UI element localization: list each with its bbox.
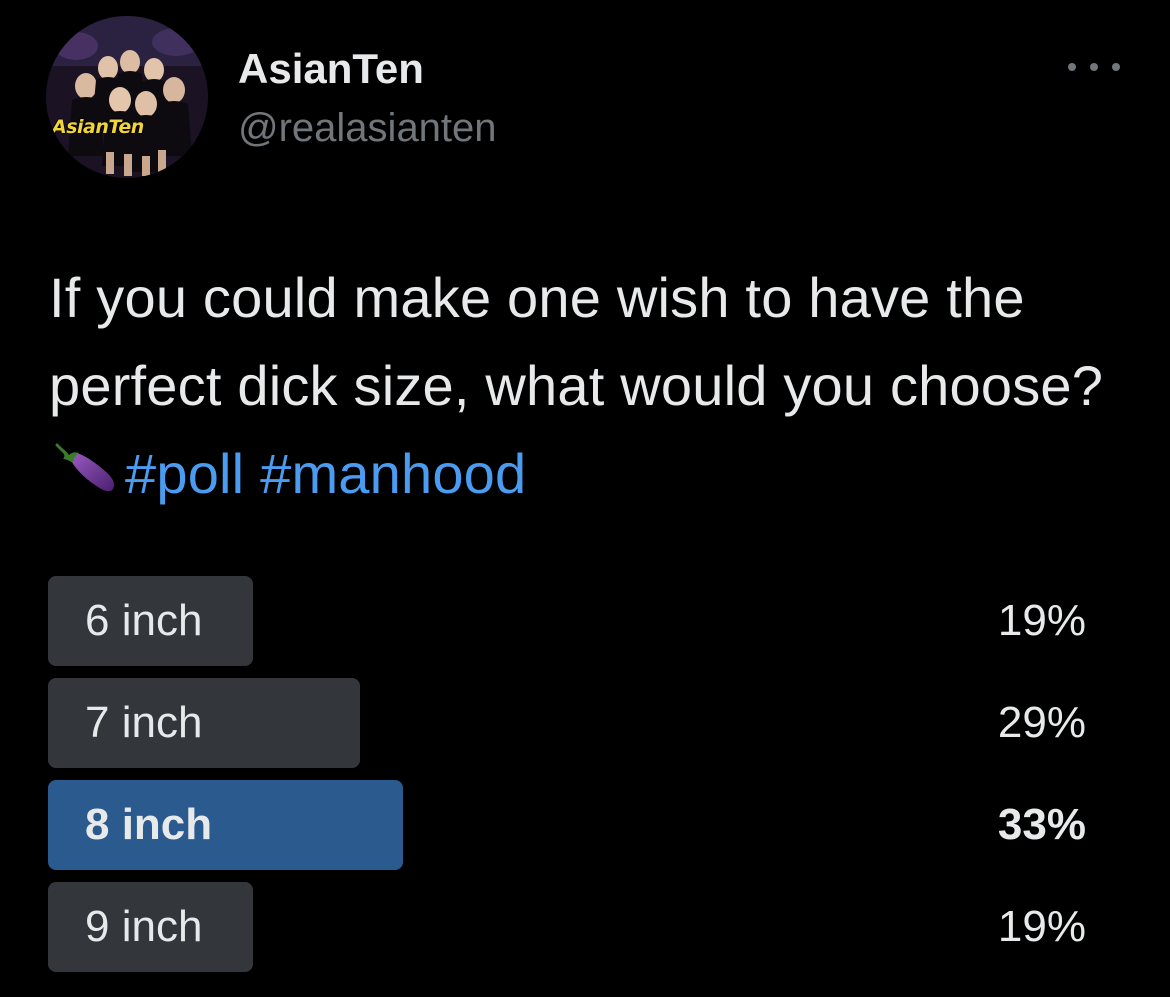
poll-option[interactable]: 8 inch 33% bbox=[48, 780, 1088, 870]
tweet-text-main: If you could make one wish to have the p… bbox=[49, 266, 1104, 417]
eggplant-emoji-icon bbox=[55, 438, 117, 526]
poll-option[interactable]: 9 inch 19% bbox=[48, 882, 1088, 972]
ellipsis-dot-icon bbox=[1112, 63, 1120, 71]
more-options-button[interactable] bbox=[1068, 50, 1120, 84]
tweet-card[interactable]: AsianTen AsianTen @realasianten If you c… bbox=[0, 0, 1170, 997]
poll-option-percent: 33% bbox=[997, 800, 1086, 849]
tweet-text: If you could make one wish to have the p… bbox=[49, 254, 1109, 526]
poll-option[interactable]: 7 inch 29% bbox=[48, 678, 1088, 768]
poll-option-label: 7 inch bbox=[85, 698, 203, 747]
poll-option[interactable]: 6 inch 19% bbox=[48, 576, 1088, 666]
hashtag-link[interactable]: #manhood bbox=[260, 442, 526, 505]
avatar-group-photo-icon bbox=[46, 16, 208, 178]
author-handle[interactable]: @realasianten bbox=[238, 104, 497, 152]
poll-option-percent: 19% bbox=[997, 596, 1086, 645]
ellipsis-dot-icon bbox=[1068, 63, 1076, 71]
poll-option-label: 6 inch bbox=[85, 596, 203, 645]
poll-option-label: 9 inch bbox=[85, 902, 203, 951]
avatar-logo-text: AsianTen bbox=[52, 116, 144, 138]
poll-option-percent: 19% bbox=[997, 902, 1086, 951]
poll-option-percent: 29% bbox=[997, 698, 1086, 747]
poll-option-label: 8 inch bbox=[85, 800, 213, 849]
hashtag-link[interactable]: #poll bbox=[125, 442, 244, 505]
author-display-name[interactable]: AsianTen bbox=[238, 44, 424, 94]
profile-avatar[interactable]: AsianTen bbox=[46, 16, 208, 178]
ellipsis-dot-icon bbox=[1090, 63, 1098, 71]
